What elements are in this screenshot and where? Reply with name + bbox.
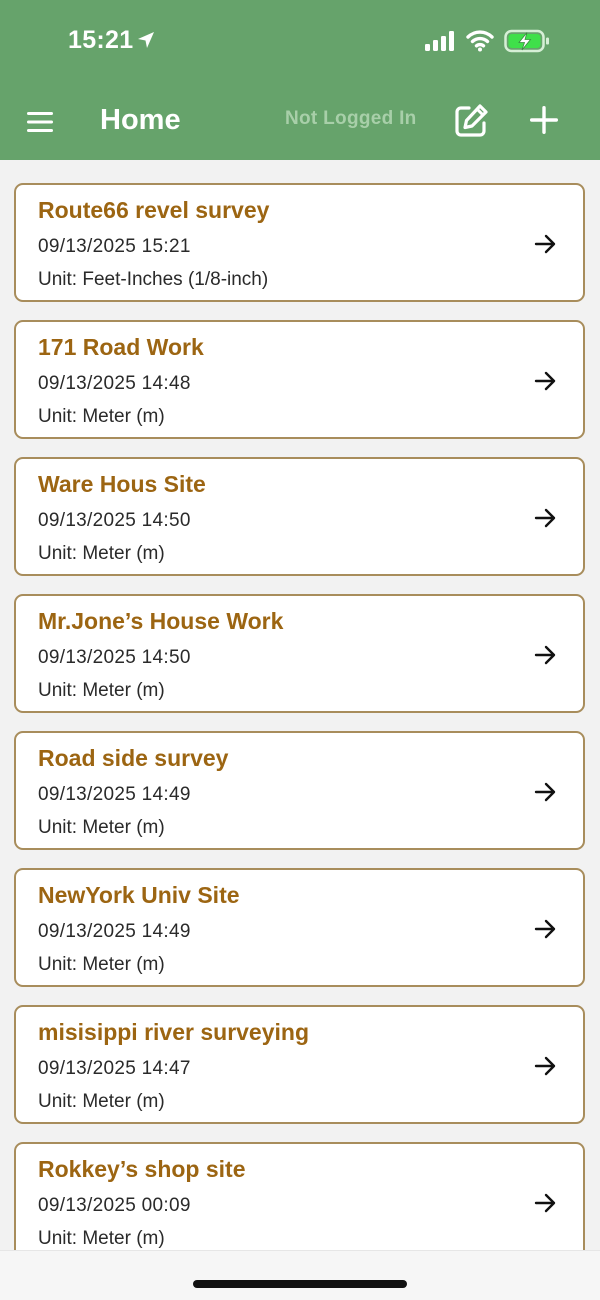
project-date: 09/13/2025 00:09: [38, 1195, 191, 1216]
edit-pencil-square-icon[interactable]: [450, 100, 492, 142]
arrow-right-icon[interactable]: [533, 507, 557, 529]
login-status-label: Not Logged In: [285, 108, 417, 129]
wifi-icon: [466, 30, 494, 52]
project-date: 09/13/2025 14:50: [38, 647, 191, 668]
arrow-right-icon[interactable]: [533, 233, 557, 255]
arrow-right-icon[interactable]: [533, 370, 557, 392]
arrow-right-icon[interactable]: [533, 781, 557, 803]
location-arrow-icon: [138, 32, 154, 48]
project-card[interactable]: Route66 revel survey 09/13/2025 15:21 Un…: [14, 183, 585, 302]
project-title: Route66 revel survey: [38, 197, 270, 223]
project-title: Road side survey: [38, 745, 229, 771]
project-date: 09/13/2025 14:49: [38, 784, 191, 805]
project-title: NewYork Univ Site: [38, 882, 240, 908]
project-date: 09/13/2025 14:49: [38, 921, 191, 942]
project-card[interactable]: Mr.Jone’s House Work 09/13/2025 14:50 Un…: [14, 594, 585, 713]
project-card[interactable]: Rokkey’s shop site 09/13/2025 00:09 Unit…: [14, 1142, 585, 1253]
status-bar: 15:21: [0, 0, 600, 80]
project-date: 09/13/2025 14:48: [38, 373, 191, 394]
project-unit: Unit: Meter (m): [38, 1091, 165, 1112]
project-unit: Unit: Meter (m): [38, 680, 165, 701]
project-date: 09/13/2025 14:50: [38, 510, 191, 531]
project-title: Mr.Jone’s House Work: [38, 608, 284, 634]
project-card[interactable]: Ware Hous Site 09/13/2025 14:50 Unit: Me…: [14, 457, 585, 576]
arrow-right-icon[interactable]: [533, 918, 557, 940]
project-title: 171 Road Work: [38, 334, 204, 360]
project-date: 09/13/2025 14:47: [38, 1058, 191, 1079]
bottom-safe-area: [0, 1250, 600, 1300]
project-card[interactable]: NewYork Univ Site 09/13/2025 14:49 Unit:…: [14, 868, 585, 987]
project-unit: Unit: Meter (m): [38, 817, 165, 838]
project-unit: Unit: Meter (m): [38, 954, 165, 975]
project-title: misisippi river surveying: [38, 1019, 310, 1045]
project-list[interactable]: Route66 revel survey 09/13/2025 15:21 Un…: [14, 183, 586, 1253]
battery-charging-icon: [504, 29, 549, 53]
header: 15:21 Home Not Logged In: [0, 0, 600, 160]
hamburger-menu-icon[interactable]: [20, 102, 60, 142]
cellular-signal-icon: [425, 31, 454, 51]
home-screen: 15:21 Home Not Logged In Route66 revel s…: [0, 0, 600, 1300]
home-indicator[interactable]: [193, 1280, 407, 1288]
project-unit: Unit: Meter (m): [38, 543, 165, 564]
project-card[interactable]: Road side survey 09/13/2025 14:49 Unit: …: [14, 731, 585, 850]
project-card[interactable]: misisippi river surveying 09/13/2025 14:…: [14, 1005, 585, 1124]
arrow-right-icon[interactable]: [533, 1055, 557, 1077]
arrow-right-icon[interactable]: [533, 1192, 557, 1214]
project-title: Ware Hous Site: [38, 471, 206, 497]
project-card[interactable]: 171 Road Work 09/13/2025 14:48 Unit: Met…: [14, 320, 585, 439]
project-title: Rokkey’s shop site: [38, 1156, 246, 1182]
arrow-right-icon[interactable]: [533, 644, 557, 666]
plus-icon[interactable]: [524, 100, 564, 140]
project-unit: Unit: Meter (m): [38, 1228, 165, 1249]
project-date: 09/13/2025 15:21: [38, 236, 191, 257]
page-title: Home: [100, 104, 181, 136]
project-unit: Unit: Meter (m): [38, 406, 165, 427]
project-unit: Unit: Feet-Inches (1/8-inch): [38, 269, 269, 290]
app-bar: Home Not Logged In: [0, 80, 600, 160]
status-time: 15:21: [68, 26, 134, 54]
